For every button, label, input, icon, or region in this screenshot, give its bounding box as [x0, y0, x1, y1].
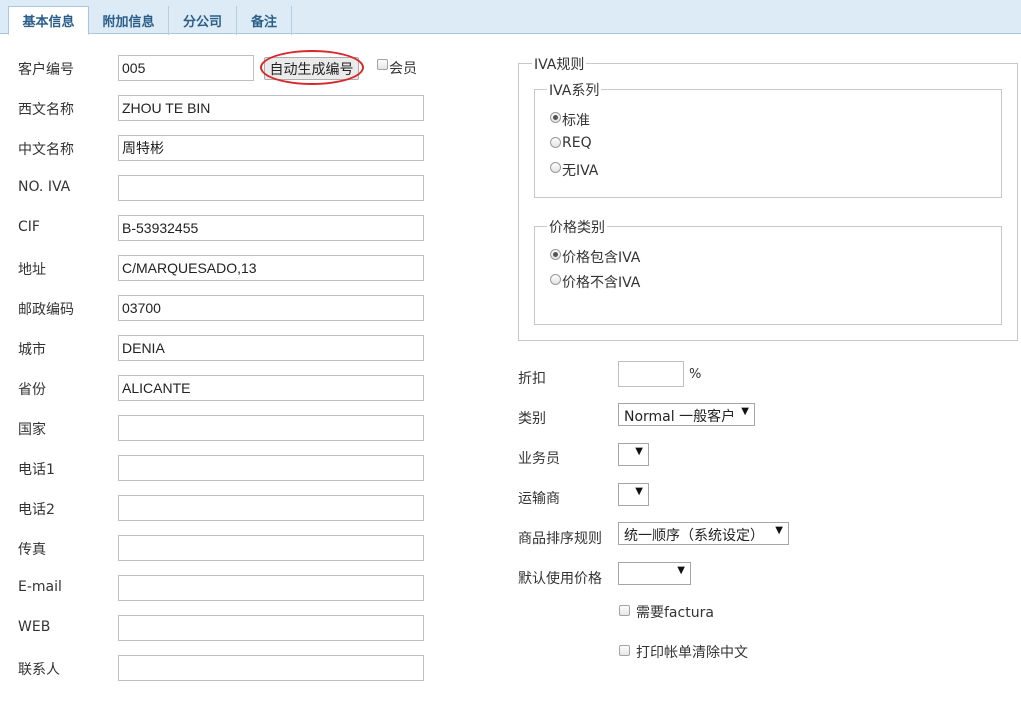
dropdown-arrow-icon: ▼: [677, 565, 685, 576]
field-14-input[interactable]: [118, 655, 424, 681]
field-0-label: 西文名称: [18, 102, 74, 118]
field-2-input[interactable]: [118, 175, 424, 201]
sort-rule-value: 统一顺序（系统设定）: [624, 528, 764, 544]
field-8-label: 国家: [18, 422, 46, 438]
field-9-label: 电话1: [18, 462, 55, 478]
salesman-select[interactable]: ▼: [618, 443, 649, 466]
price-includes-iva-radio[interactable]: [550, 249, 561, 260]
field-7-label: 省份: [18, 382, 46, 398]
iva-series-fieldset: [534, 89, 1002, 198]
field-11-label: 传真: [18, 542, 46, 558]
category-value: Normal 一般客户: [624, 409, 736, 425]
field-5-label: 邮政编码: [18, 302, 74, 318]
print-clear-chinese-label: 打印帐单清除中文: [636, 645, 748, 661]
discount-label: 折扣: [518, 371, 546, 387]
price-type-legend: 价格类别: [547, 217, 607, 237]
iva-series-req-radio[interactable]: [550, 137, 561, 148]
tab-label: 分公司: [182, 14, 222, 29]
sort-rule-label: 商品排序规则: [518, 531, 602, 547]
tab-basic-info[interactable]: 基本信息: [8, 6, 89, 35]
price-includes-iva-label: 价格包含IVA: [562, 250, 641, 266]
discount-unit: %: [689, 367, 702, 382]
iva-series-legend: IVA系列: [547, 80, 602, 100]
default-price-select[interactable]: ▼: [618, 562, 691, 585]
price-excludes-iva-label: 价格不含IVA: [562, 275, 641, 291]
field-2-label: NO. IVA: [18, 179, 71, 195]
field-4-input[interactable]: C/MARQUESADO,13: [118, 255, 424, 281]
tab-branch[interactable]: 分公司: [169, 6, 237, 35]
field-1-input[interactable]: 周特彬: [118, 135, 424, 161]
tab-bar: 基本信息 附加信息 分公司 备注: [0, 0, 1021, 35]
field-12-label: E-mail: [18, 579, 62, 595]
dropdown-arrow-icon: ▼: [775, 525, 783, 536]
dropdown-arrow-icon: ▼: [635, 446, 643, 457]
iva-series-standard-radio[interactable]: [550, 112, 561, 123]
field-12-input[interactable]: [118, 575, 424, 601]
field-14-label: 联系人: [18, 662, 60, 678]
default-price-label: 默认使用价格: [518, 571, 602, 587]
price-excludes-iva-radio[interactable]: [550, 274, 561, 285]
need-factura-checkbox[interactable]: [619, 605, 630, 616]
field-9-input[interactable]: [118, 455, 424, 481]
carrier-label: 运输商: [518, 491, 560, 507]
tab-label: 基本信息: [22, 14, 75, 29]
print-clear-chinese-checkbox[interactable]: [619, 645, 630, 656]
field-0-input[interactable]: ZHOU TE BIN: [118, 95, 424, 121]
field-8-input[interactable]: [118, 415, 424, 441]
field-4-label: 地址: [18, 262, 46, 278]
field-11-input[interactable]: [118, 535, 424, 561]
iva-series-req-label: REQ: [562, 135, 592, 151]
field-7-input[interactable]: ALICANTE: [118, 375, 424, 401]
sort-rule-select[interactable]: 统一顺序（系统设定） ▼: [618, 522, 789, 545]
member-label: 会员: [389, 61, 417, 77]
field-10-input[interactable]: [118, 495, 424, 521]
category-label: 类别: [518, 411, 546, 427]
discount-input[interactable]: [618, 361, 684, 387]
field-6-input[interactable]: DENIA: [118, 335, 424, 361]
dropdown-arrow-icon: ▼: [635, 486, 643, 497]
member-checkbox[interactable]: [377, 59, 388, 70]
tab-label: 备注: [250, 14, 277, 29]
field-5-input[interactable]: 03700: [118, 295, 424, 321]
customer-no-label: 客户编号: [18, 62, 74, 78]
field-13-input[interactable]: [118, 615, 424, 641]
tab-notes[interactable]: 备注: [237, 6, 292, 35]
field-1-label: 中文名称: [18, 142, 74, 158]
dropdown-arrow-icon: ▼: [741, 406, 749, 417]
field-13-label: WEB: [18, 619, 51, 635]
iva-series-none-radio[interactable]: [550, 162, 561, 173]
tab-label: 附加信息: [102, 14, 155, 29]
tab-additional-info[interactable]: 附加信息: [89, 6, 169, 35]
field-3-label: CIF: [18, 219, 40, 235]
customer-no-input[interactable]: 005: [118, 55, 254, 81]
category-select[interactable]: Normal 一般客户 ▼: [618, 403, 755, 426]
iva-rules-legend: IVA规则: [532, 54, 587, 74]
carrier-select[interactable]: ▼: [618, 483, 649, 506]
need-factura-label: 需要factura: [636, 605, 714, 621]
iva-series-standard-label: 标准: [562, 113, 590, 129]
field-10-label: 电话2: [18, 502, 55, 518]
field-3-input[interactable]: B-53932455: [118, 215, 424, 241]
field-6-label: 城市: [18, 342, 46, 358]
highlight-ring: [260, 50, 364, 85]
iva-series-none-label: 无IVA: [562, 163, 599, 179]
salesman-label: 业务员: [518, 451, 560, 467]
